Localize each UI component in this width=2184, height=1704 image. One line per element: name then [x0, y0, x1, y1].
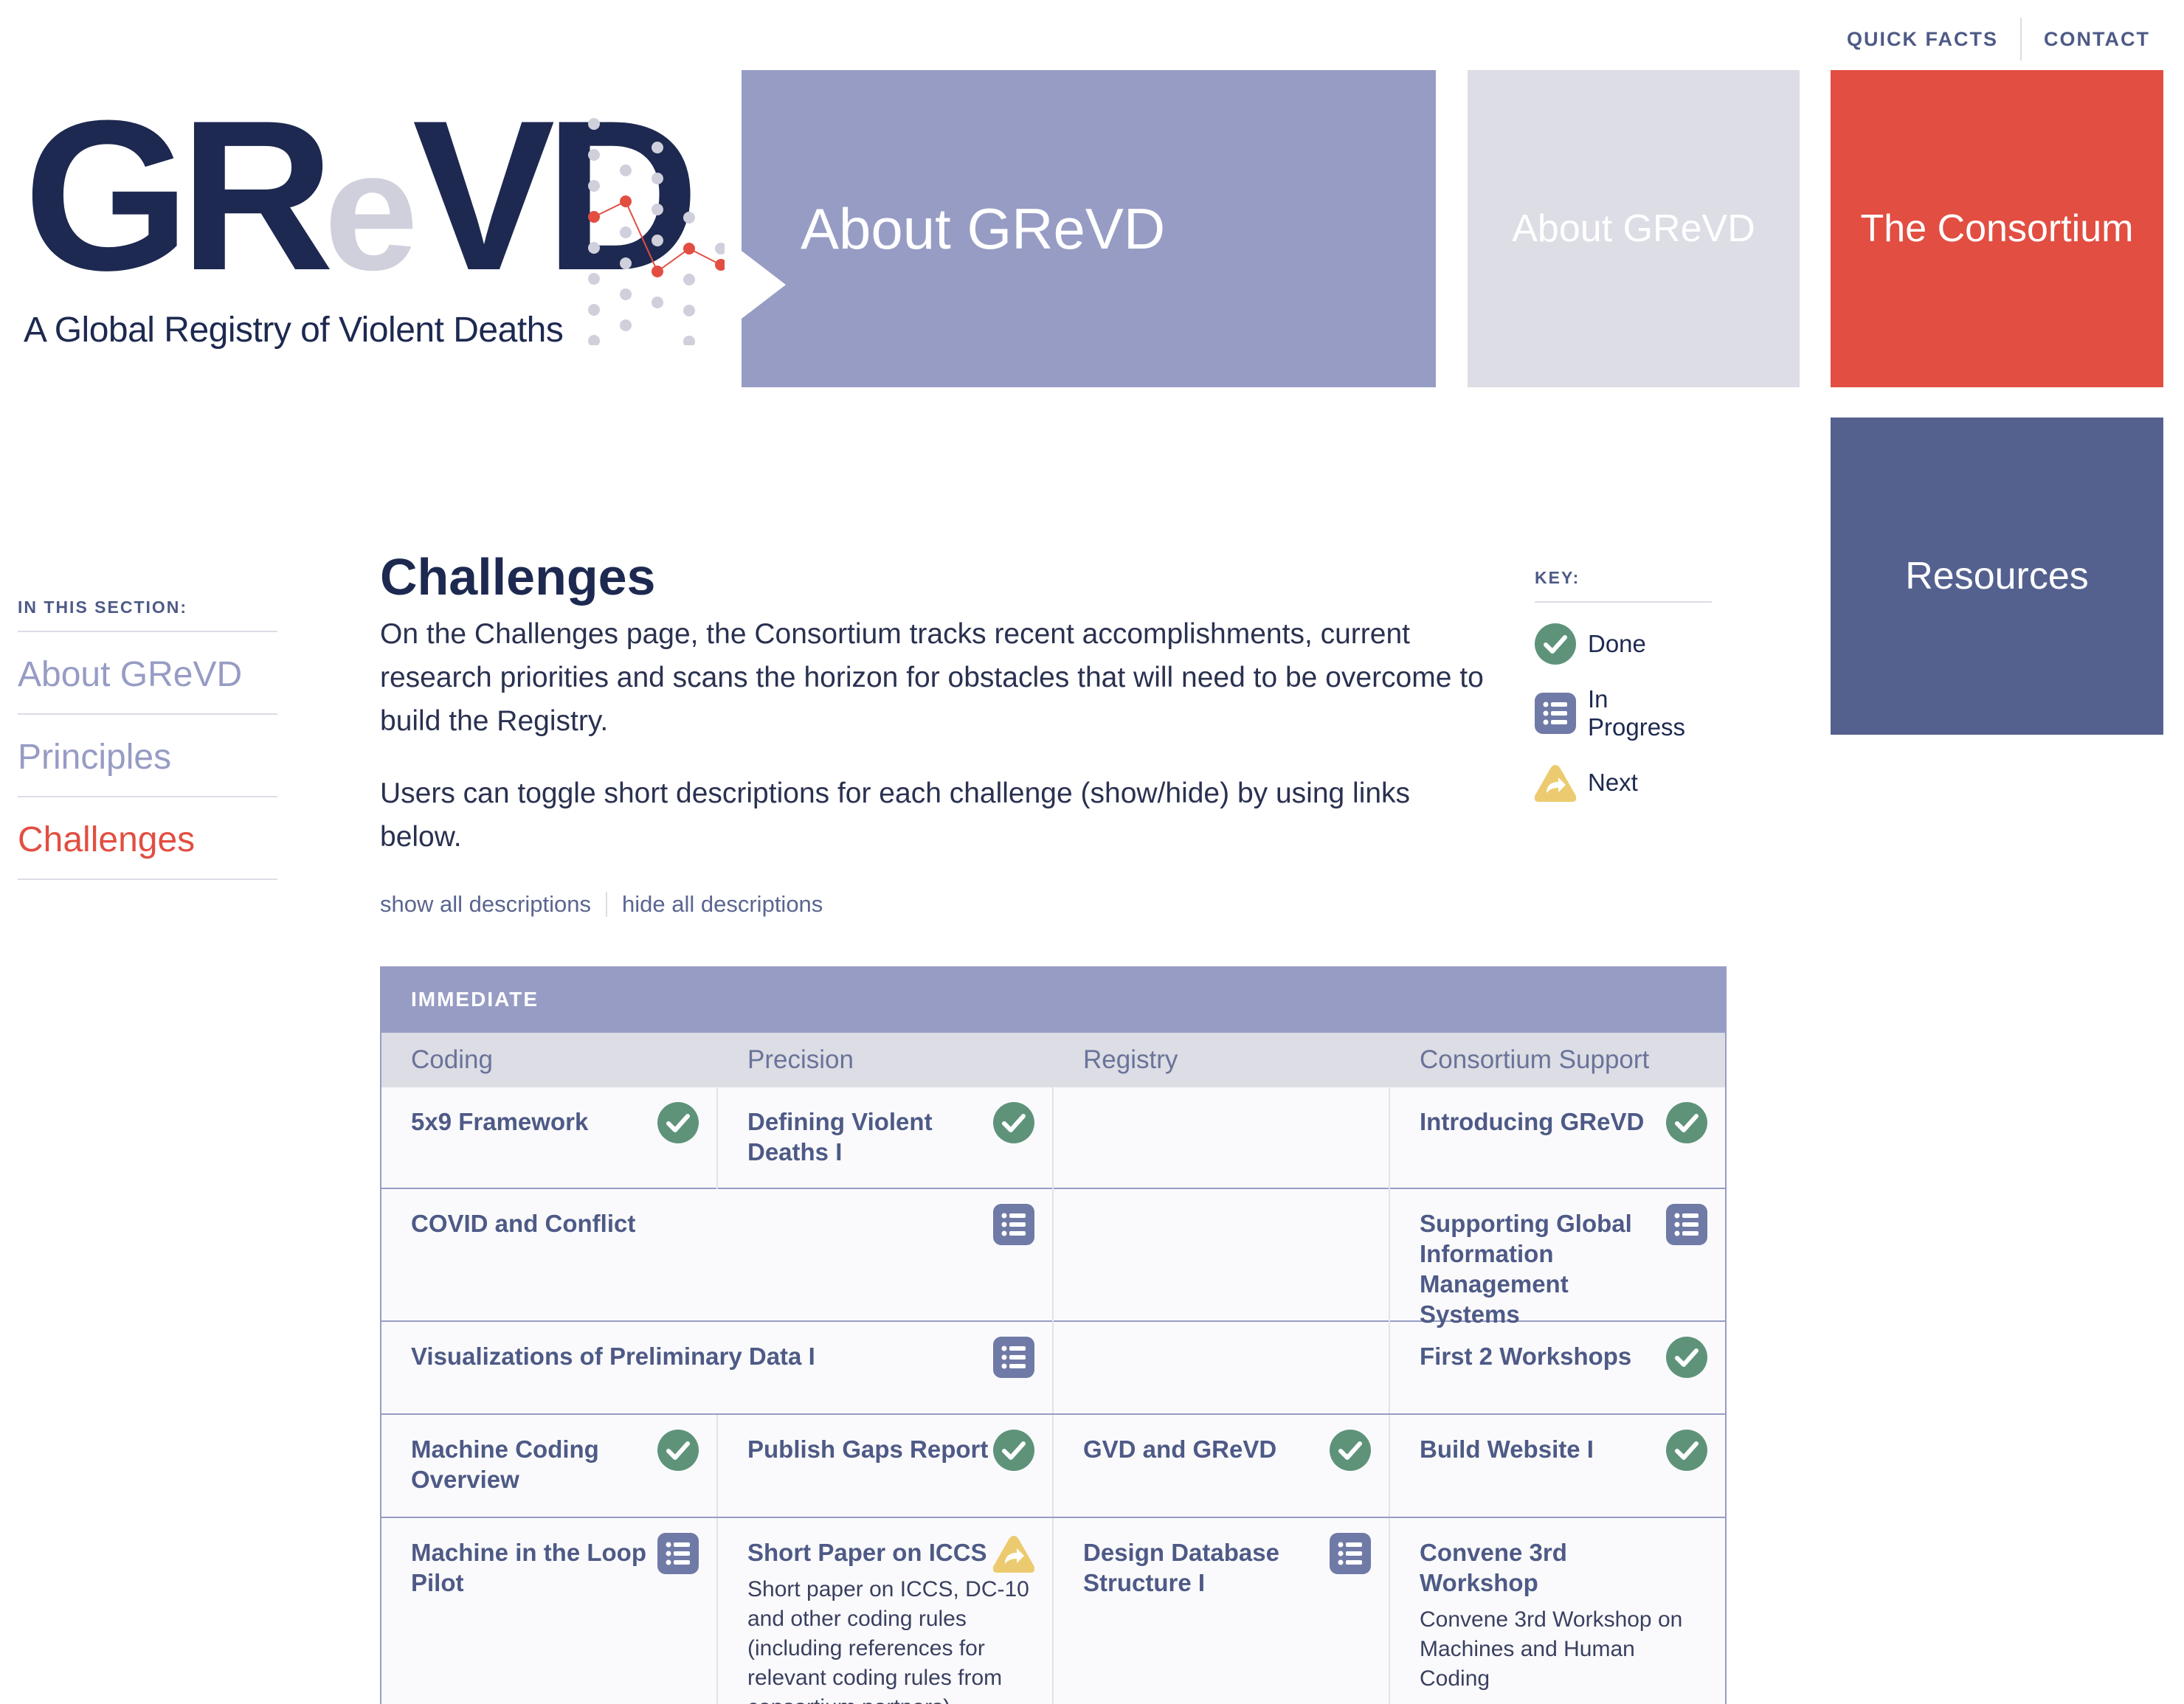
challenge-cell[interactable]: Short Paper on ICCS Short paper on ICCS,… [718, 1518, 1054, 1704]
challenge-cell[interactable]: Visualizations of Preliminary Data I [381, 1322, 1054, 1413]
challenge-title: Machine in the Loop Pilot [411, 1539, 646, 1596]
check-circle-icon [993, 1102, 1034, 1143]
list-icon [993, 1204, 1034, 1245]
sidenav-item-about[interactable]: About GReVD [18, 632, 277, 715]
intro-text: On the Challenges page, the Consortium t… [380, 612, 1487, 859]
table-row: Machine in the Loop Pilot Short Paper on… [381, 1518, 1725, 1704]
challenge-description: Short paper on ICCS, DC-10 and other cod… [747, 1577, 1029, 1704]
challenge-cell[interactable]: Publish Gaps Report [718, 1415, 1054, 1517]
sidenav-label: IN THIS SECTION: [18, 598, 277, 632]
column-header-registry: Registry [1083, 1045, 1178, 1074]
quick-facts-link[interactable]: QUICK FACTS [1825, 25, 2020, 53]
column-header-consortium-support: Consortium Support [1420, 1045, 1650, 1074]
column-header-coding: Coding [411, 1045, 493, 1074]
empty-cell [1054, 1322, 1390, 1413]
next-arrow-icon [993, 1533, 1034, 1574]
check-circle-icon [657, 1102, 699, 1143]
logo-dot-graph-icon [588, 118, 725, 345]
challenge-title: Introducing GReVD [1420, 1108, 1645, 1135]
table-row: Visualizations of Preliminary Data I Fir… [381, 1322, 1725, 1415]
challenge-title: Visualizations of Preliminary Data I [411, 1343, 815, 1370]
challenge-title: Short Paper on ICCS [747, 1539, 987, 1566]
challenge-title: Design Database Structure I [1083, 1539, 1279, 1596]
challenge-cell[interactable]: First 2 Workshops [1390, 1322, 1725, 1413]
next-arrow-icon [1535, 762, 1576, 803]
challenge-cell[interactable]: Design Database Structure I [1054, 1518, 1390, 1704]
challenge-title: COVID and Conflict [411, 1210, 636, 1237]
challenge-cell[interactable]: 5x9 Framework [381, 1087, 718, 1189]
challenge-cell[interactable]: GVD and GReVD [1054, 1415, 1390, 1517]
nav-tile-about[interactable]: About GReVD [1468, 70, 1800, 387]
challenge-description: Convene 3rd Workshop on Machines and Hum… [1420, 1607, 1683, 1691]
challenge-title: Publish Gaps Report [747, 1435, 989, 1463]
check-circle-icon [993, 1430, 1034, 1471]
table-section-header: IMMEDIATE [381, 966, 1725, 1033]
challenge-title: Machine Coding Overview [411, 1435, 599, 1493]
list-icon [1666, 1204, 1707, 1245]
challenge-title: Build Website I [1420, 1435, 1594, 1463]
list-icon [657, 1533, 699, 1574]
challenge-cell[interactable]: Build Website I [1390, 1415, 1725, 1517]
key-label: KEY: [1535, 568, 1712, 603]
challenge-title: Defining Violent Deaths I [747, 1108, 933, 1166]
intro-paragraph: Users can toggle short descriptions for … [380, 777, 1411, 853]
challenge-cell[interactable]: Convene 3rd Workshop Convene 3rd Worksho… [1390, 1518, 1725, 1704]
challenge-cell[interactable]: Defining Violent Deaths I [718, 1087, 1054, 1189]
challenges-table: IMMEDIATE Coding Precision Registry Cons… [380, 966, 1727, 1704]
check-circle-icon [1666, 1430, 1707, 1471]
check-circle-icon [1666, 1102, 1707, 1143]
table-column-headers: Coding Precision Registry Consortium Sup… [381, 1033, 1725, 1087]
check-circle-icon [1666, 1337, 1707, 1378]
challenge-title: GVD and GReVD [1083, 1435, 1277, 1463]
table-row: 5x9 Framework Defining Violent Deaths I … [381, 1087, 1725, 1189]
toggle-divider [606, 892, 608, 917]
list-icon [1330, 1533, 1371, 1574]
sidenav-item-principles[interactable]: Principles [18, 715, 277, 797]
main-content: Challenges On the Challenges page, the C… [380, 546, 1727, 918]
key-done: Done [1535, 623, 1712, 665]
challenge-cell[interactable]: Machine in the Loop Pilot [381, 1518, 718, 1704]
description-toggles: show all descriptions hide all descripti… [380, 891, 1727, 918]
list-icon [993, 1337, 1034, 1378]
challenge-title: Supporting Global Information Management… [1420, 1210, 1632, 1328]
key-next-label: Next [1588, 769, 1638, 796]
challenge-title: Convene 3rd Workshop [1420, 1539, 1567, 1596]
nav-tile-resources-label: Resources [1905, 555, 2089, 598]
check-circle-icon [657, 1430, 699, 1471]
site-logo[interactable]: GReVD A Global Registry of Violent Death… [24, 89, 732, 369]
table-row: Machine Coding Overview Publish Gaps Rep… [381, 1415, 1725, 1518]
list-icon [1535, 693, 1576, 734]
challenge-cell[interactable]: Machine Coding Overview [381, 1415, 718, 1517]
key-in-progress: In Progress [1535, 685, 1712, 741]
nav-tile-about-label: About GReVD [1512, 207, 1755, 250]
key-next: Next [1535, 762, 1712, 803]
top-utility-nav: QUICK FACTS CONTACT [1825, 18, 2172, 60]
logo-tagline: A Global Registry of Violent Deaths [24, 311, 564, 350]
challenge-title: First 2 Workshops [1420, 1343, 1632, 1370]
nav-tile-consortium-label: The Consortium [1860, 207, 2134, 250]
nav-tile-resources[interactable]: Resources [1831, 418, 2163, 735]
check-circle-icon [1330, 1430, 1371, 1471]
hide-all-descriptions-link[interactable]: hide all descriptions [622, 891, 823, 918]
tile-pointer-arrow [742, 251, 786, 319]
nav-tile-consortium[interactable]: The Consortium [1831, 70, 2163, 387]
key-done-label: Done [1588, 630, 1646, 657]
challenge-cell[interactable]: Introducing GReVD [1390, 1087, 1725, 1189]
table-row: COVID and Conflict Supporting Global Inf… [381, 1189, 1725, 1351]
column-header-precision: Precision [747, 1045, 854, 1074]
show-all-descriptions-link[interactable]: show all descriptions [380, 891, 591, 918]
check-circle-icon [1535, 623, 1576, 665]
sidenav-item-challenges[interactable]: Challenges [18, 797, 277, 880]
hero-tile-about: About GReVD [742, 70, 1436, 387]
section-sidenav: IN THIS SECTION: About GReVD Principles … [18, 598, 277, 880]
key-in-progress-label: In Progress [1588, 685, 1686, 741]
hero-tile-title: About GReVD [801, 195, 1166, 261]
empty-cell [1054, 1087, 1390, 1189]
challenge-title: 5x9 Framework [411, 1108, 589, 1135]
page-title: Challenges [380, 548, 656, 606]
contact-link[interactable]: CONTACT [2022, 25, 2172, 53]
intro-paragraph: On the Challenges page, the Consortium t… [380, 618, 1484, 737]
status-key: KEY: Done In Progress Next [1535, 568, 1712, 803]
